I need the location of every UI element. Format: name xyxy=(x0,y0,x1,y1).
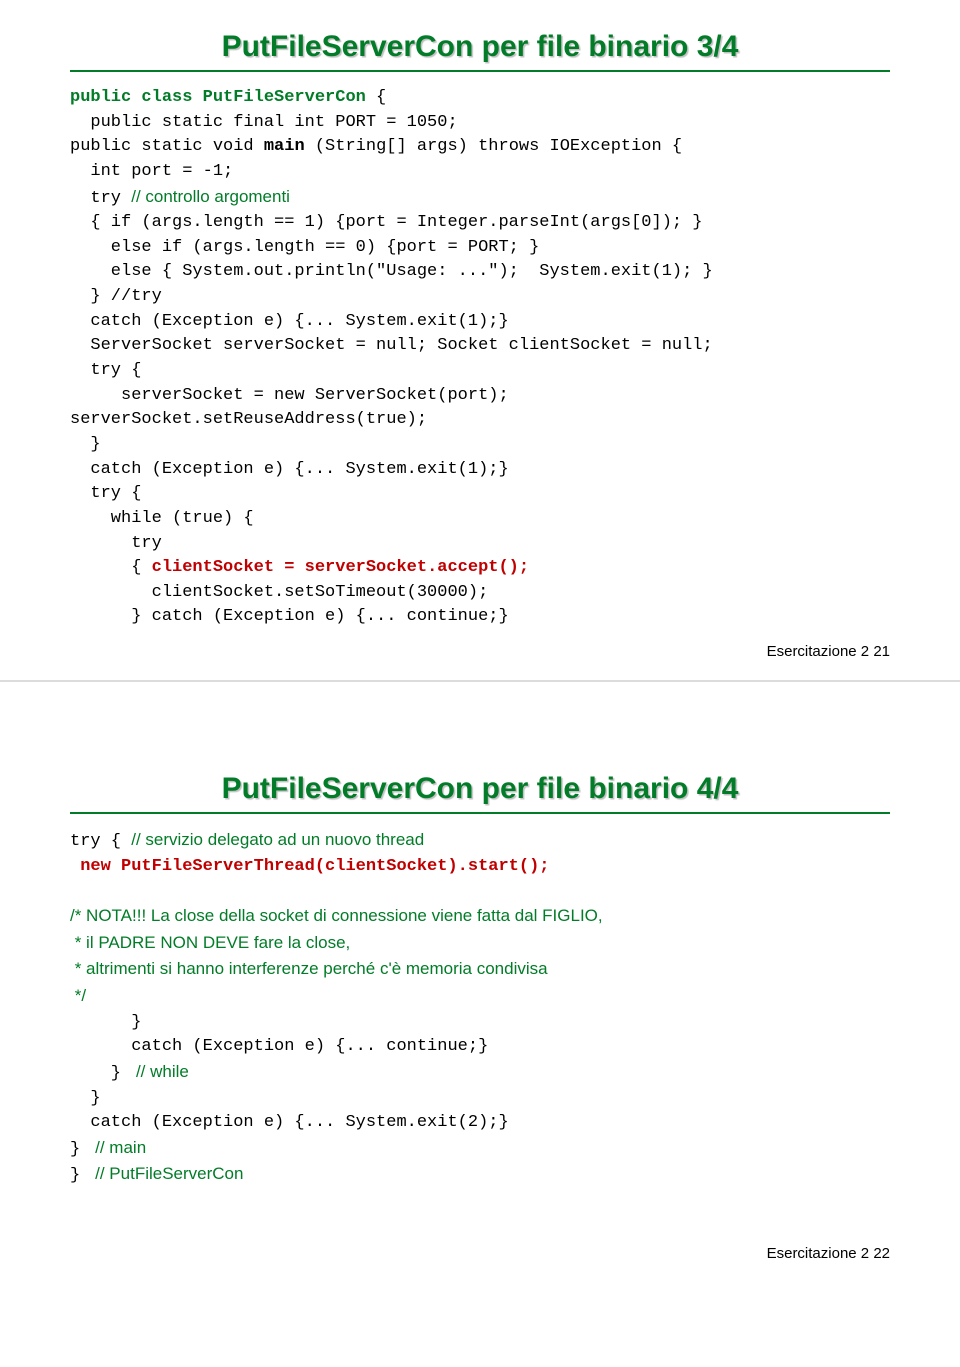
kw-public-class: public class PutFileServerCon xyxy=(70,88,366,107)
code-line: try { xyxy=(70,484,141,503)
comment: /* NOTA!!! La close della socket di conn… xyxy=(70,906,603,925)
code-line: serverSocket.setReuseAddress(true); xyxy=(70,410,427,429)
title-rule xyxy=(70,70,890,72)
code-line: clientSocket.setSoTimeout(30000); xyxy=(70,583,488,602)
code-line: int port = -1; xyxy=(70,162,233,181)
comment: // main xyxy=(90,1138,146,1157)
code-line: } catch (Exception e) {... continue;} xyxy=(70,607,509,626)
comment: * altrimenti si hanno interferenze perch… xyxy=(70,959,548,978)
code-block-1: public class PutFileServerCon { public s… xyxy=(70,86,890,630)
code-line: } xyxy=(70,1089,101,1108)
code-line: try xyxy=(70,534,162,553)
code-line: try { xyxy=(70,832,131,851)
code-line: catch (Exception e) {... System.exit(1);… xyxy=(70,312,509,331)
code-line: public static final int PORT = 1050; xyxy=(70,113,458,132)
code-line: } xyxy=(70,435,101,454)
kw-main: main xyxy=(264,137,305,156)
comment: // while xyxy=(131,1062,189,1081)
code-line: try xyxy=(70,189,131,208)
code-line: serverSocket = new ServerSocket(port); xyxy=(70,386,509,405)
code-line: } //try xyxy=(70,287,162,306)
thread-start: new PutFileServerThread(clientSocket).st… xyxy=(70,857,549,876)
spacer xyxy=(70,712,890,772)
code-line: try { xyxy=(70,361,141,380)
slide-title-2: PutFileServerCon per file binario 4/4 xyxy=(70,772,890,806)
comment: * il PADRE NON DEVE fare la close, xyxy=(70,933,350,952)
title-rule xyxy=(70,812,890,814)
code-line: public static void xyxy=(70,137,264,156)
code-line: else if (args.length == 0) {port = PORT;… xyxy=(70,238,539,257)
code-line: } xyxy=(70,1013,141,1032)
code-line: else { System.out.println("Usage: ...");… xyxy=(70,262,713,281)
slide-1: PutFileServerCon per file binario 3/4 pu… xyxy=(0,0,960,680)
code-line: ServerSocket serverSocket = null; Socket… xyxy=(70,336,713,355)
code-block-2: try { // servizio delegato ad un nuovo t… xyxy=(70,828,890,1189)
code-line: catch (Exception e) {... System.exit(2);… xyxy=(70,1113,509,1132)
slide-title-1: PutFileServerCon per file binario 3/4 xyxy=(70,30,890,64)
slide-footer-2: Esercitazione 2 22 xyxy=(767,1245,890,1262)
code-line: } xyxy=(70,1064,131,1083)
code-line: catch (Exception e) {... System.exit(1);… xyxy=(70,460,509,479)
comment: */ xyxy=(70,986,86,1005)
slide-2: PutFileServerCon per file binario 4/4 tr… xyxy=(0,682,960,1282)
code-line: { if (args.length == 1) {port = Integer.… xyxy=(70,213,703,232)
comment: // PutFileServerCon xyxy=(90,1164,243,1183)
code-line: } xyxy=(70,1140,90,1159)
brace: { xyxy=(366,88,386,107)
code-line: { xyxy=(70,558,152,577)
code-line: while (true) { xyxy=(70,509,254,528)
slide-footer-1: Esercitazione 2 21 xyxy=(767,643,890,660)
code-line: } xyxy=(70,1166,90,1185)
code-line: (String[] args) throws IOException { xyxy=(305,137,682,156)
accept-call: clientSocket = serverSocket.accept(); xyxy=(152,558,529,577)
code-line: catch (Exception e) {... continue;} xyxy=(70,1037,488,1056)
comment: // controllo argomenti xyxy=(131,187,290,206)
comment: // servizio delegato ad un nuovo thread xyxy=(131,830,424,849)
